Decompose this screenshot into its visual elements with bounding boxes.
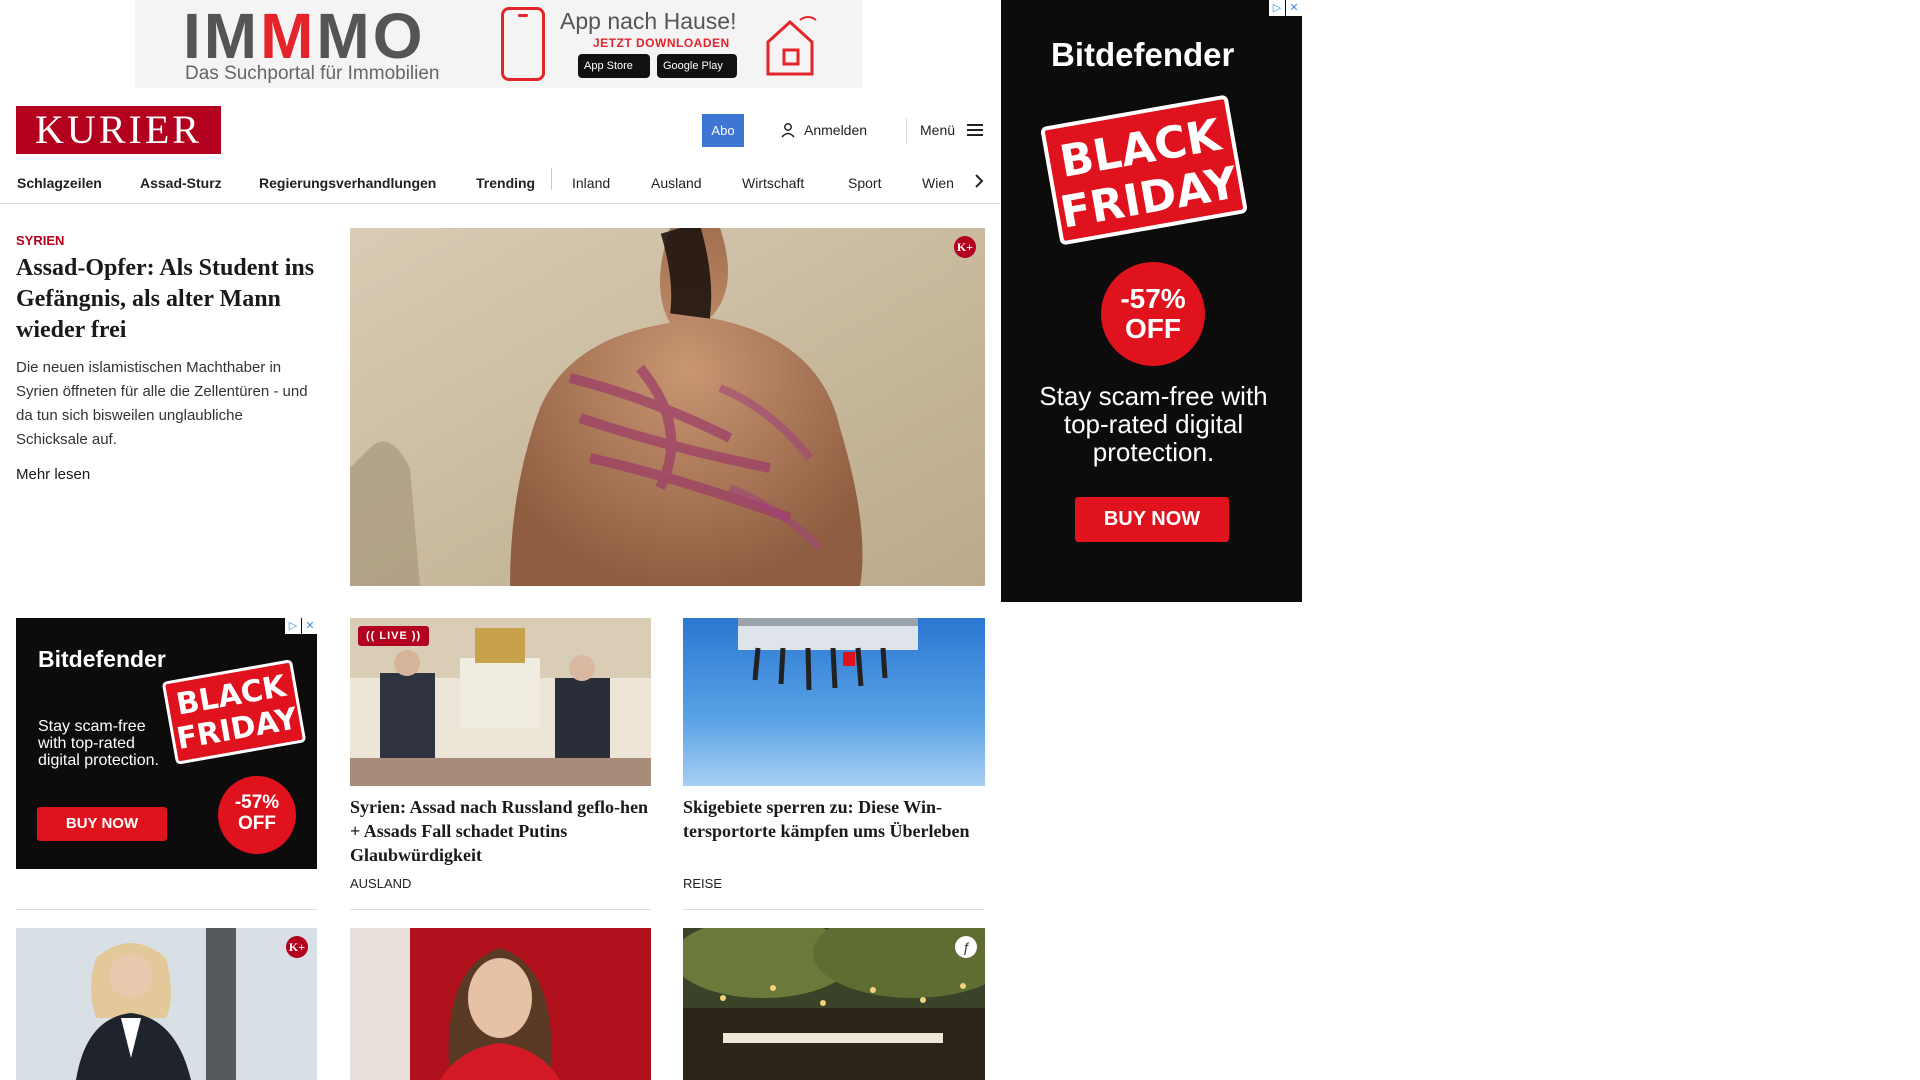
immmo-logo: IMMMO [183, 0, 426, 72]
nav-item-wien[interactable]: Wien [922, 170, 954, 196]
nav-item-trending[interactable]: Trending [476, 170, 535, 196]
adchoices-icon[interactable]: ▷ [285, 618, 301, 634]
ad-download-cta: JETZT DOWNLOADEN [593, 36, 730, 50]
immmo-banner-ad[interactable]: IMMMO Das Suchportal für Immobilien App … [135, 0, 862, 88]
card-image-portrait-woman[interactable]: K+ [16, 928, 317, 1080]
row-divider [350, 909, 651, 910]
live-badge: (( LIVE )) [358, 626, 430, 646]
bitdefender-logo: Bitdefender [38, 646, 166, 672]
card-image-restaurant[interactable]: ƒ [683, 928, 985, 1080]
close-icon[interactable]: ✕ [1286, 0, 1302, 16]
lead-photo [350, 228, 985, 586]
immmo-tagline: Das Suchportal für Immobilien [185, 63, 440, 84]
lead-kicker: SYRIEN [16, 233, 65, 248]
card-photo [350, 928, 651, 1080]
login-button[interactable]: Anmelden [780, 122, 867, 138]
bitdefender-skyscraper-ad[interactable]: ▷ ✕ Bitdefender BLACK FRIDAY -57% OFF St… [1001, 0, 1302, 602]
kplus-badge: K+ [954, 236, 976, 258]
ad-headline: Stay scam-free with top-rated digital pr… [1039, 381, 1268, 467]
row-divider [16, 909, 317, 910]
ad-app-title: App nach Hause! [560, 8, 737, 34]
card-category[interactable]: AUSLAND [350, 876, 411, 891]
black-friday-badge: BLACK FRIDAY [161, 659, 307, 765]
nav-item-assad-sturz[interactable]: Assad-Sturz [140, 170, 222, 196]
card-image-kate[interactable] [350, 928, 651, 1080]
bitdefender-inline-ad[interactable]: ▷ ✕ Bitdefender BLACK FRIDAY Stay scam-f… [16, 618, 317, 869]
adchoices-icon[interactable]: ▷ [1269, 0, 1285, 16]
buy-now-button[interactable]: BUY NOW [1075, 497, 1229, 542]
nav-item-ausland[interactable]: Ausland [651, 170, 702, 196]
discount-circle: -57% OFF [1101, 262, 1205, 366]
kplus-badge: K+ [286, 936, 308, 958]
close-icon[interactable]: ✕ [302, 618, 317, 634]
lead-teaser: Die neuen islamistischen Machthaber in S… [16, 359, 308, 448]
house-icon [766, 16, 817, 76]
read-more-link[interactable]: Mehr lesen [16, 466, 90, 483]
lead-headline[interactable]: Assad-Opfer: Als Student ins Gefängnis, … [16, 253, 316, 346]
main-navigation: Schlagzeilen Assad-Sturz Regierungsverha… [0, 166, 1000, 204]
buy-now-button[interactable]: BUY NOW [37, 807, 167, 841]
menu-button[interactable]: Menü [920, 122, 984, 138]
card-photo [738, 618, 918, 691]
card-photo [16, 928, 317, 1080]
header-divider [906, 118, 907, 144]
lead-image[interactable]: K+ [350, 228, 985, 586]
black-friday-badge: BLACK FRIDAY [1040, 94, 1248, 246]
user-icon [781, 123, 795, 138]
ad-choices[interactable]: ▷ ✕ [285, 618, 317, 634]
ad-headline: Stay scam-free with top-rated digital pr… [38, 718, 159, 769]
chevron-right-icon[interactable] [970, 166, 990, 196]
app-store-badge[interactable]: App Store [578, 54, 650, 78]
nav-item-sport[interactable]: Sport [848, 170, 881, 196]
hamburger-icon [967, 124, 984, 136]
card-image-assad-putin[interactable]: (( LIVE )) [350, 618, 651, 786]
nav-item-regierungsverhandlungen[interactable]: Regierungsverhandlungen [259, 170, 436, 196]
nav-item-inland[interactable]: Inland [572, 170, 610, 196]
google-play-badge[interactable]: Google Play [657, 54, 737, 78]
nav-item-schlagzeilen[interactable]: Schlagzeilen [17, 170, 102, 196]
smartphone-icon [501, 7, 545, 81]
card-headline[interactable]: Skigebiete sperren zu: Diese Win-terspor… [683, 795, 984, 843]
card-headline[interactable]: Syrien: Assad nach Russland geflo-hen + … [350, 795, 651, 867]
bitdefender-logo: Bitdefender [1051, 36, 1235, 73]
card-image-ski-lift[interactable] [683, 618, 985, 786]
discount-circle: -57% OFF [218, 776, 296, 854]
menu-label: Menü [920, 122, 956, 138]
abo-button[interactable]: Abo [702, 114, 744, 147]
nav-item-wirtschaft[interactable]: Wirtschaft [742, 170, 804, 196]
kurier-logo[interactable]: KURIER [16, 106, 221, 154]
nav-divider [551, 168, 552, 190]
row-divider [683, 909, 984, 910]
card-category[interactable]: REISE [683, 876, 722, 891]
card-photo [683, 928, 985, 1080]
login-label: Anmelden [804, 122, 868, 138]
premium-badge: ƒ [955, 936, 977, 958]
ad-choices[interactable]: ▷ ✕ [1269, 0, 1302, 16]
